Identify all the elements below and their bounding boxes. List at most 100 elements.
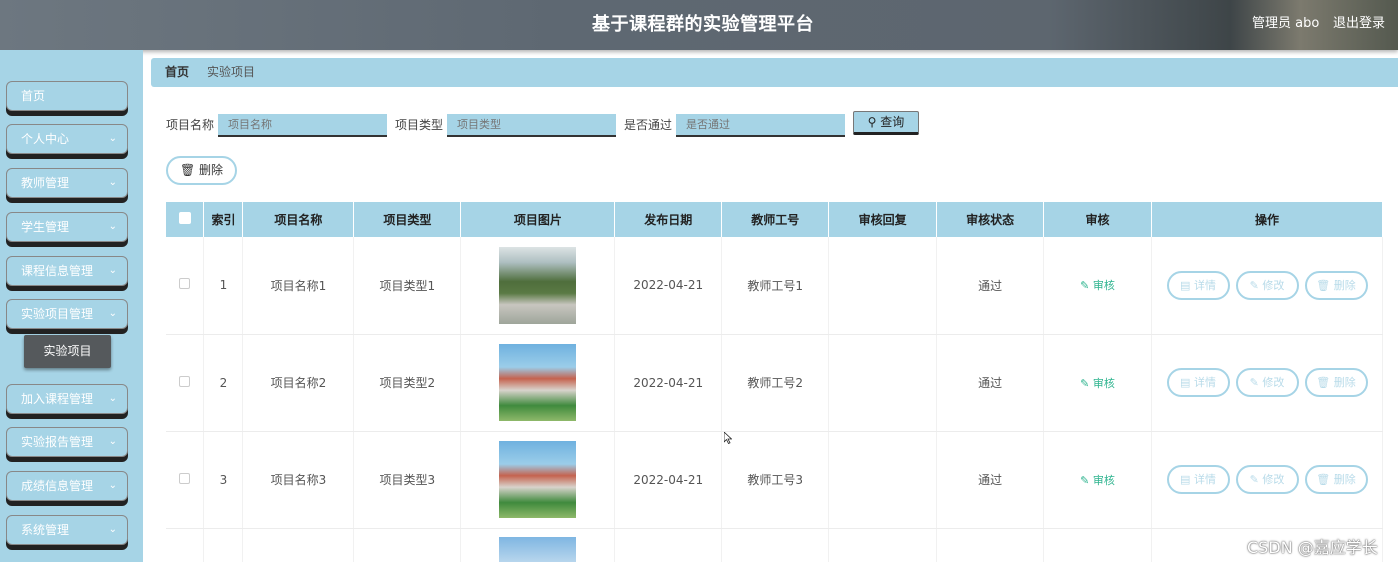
sidebar-item-experiment-report[interactable]: 实验报告管理 ⌄ — [6, 427, 128, 457]
delete-label: 删除 — [1333, 376, 1356, 389]
delete-button[interactable]: 🗑 删除 — [1304, 465, 1368, 494]
row-audit-reply — [828, 334, 938, 432]
sidebar-item-home[interactable]: 首页 — [6, 81, 128, 111]
row-teacher-id: 教师工号1 — [721, 237, 830, 335]
search-icon: ⚲ — [867, 115, 877, 129]
table-row: 1 项目名称1 项目类型1 2022-04-21 教师工号1 通过 ✎ 审核 ▤… — [166, 237, 1383, 335]
chevron-down-icon: ⌄ — [108, 221, 117, 232]
edit-pen-icon: ✎ — [1249, 473, 1259, 486]
breadcrumb-current: 实验项目 — [207, 65, 256, 79]
column-header: 操作 — [1151, 202, 1383, 237]
chevron-down-icon: ⌄ — [108, 177, 117, 188]
trash-icon: 🗑 — [1316, 376, 1331, 389]
project-image — [499, 536, 577, 562]
edit-label: 修改 — [1262, 376, 1285, 389]
current-user: 管理员 abo — [1252, 16, 1320, 31]
trash-icon: 🗑 — [1316, 473, 1331, 486]
sidebar-item-course-info[interactable]: 课程信息管理 ⌄ — [6, 256, 128, 286]
row-teacher-id: 教师工号2 — [721, 334, 830, 432]
row-checkbox[interactable] — [179, 375, 191, 387]
row-checkbox[interactable] — [179, 278, 191, 290]
row-teacher-id: 教师工号3 — [721, 431, 830, 529]
edit-label: 修改 — [1262, 473, 1285, 486]
audit-link-label: 审核 — [1092, 376, 1115, 390]
chevron-down-icon: ⌄ — [108, 480, 117, 491]
project-table: 索引 项目名称 项目类型 项目图片 发布日期 教师工号 审核回复 审核状态 审核… — [166, 202, 1383, 562]
sidebar-item-student-management[interactable]: 学生管理 ⌄ — [6, 212, 128, 242]
edit-pen-icon: ✎ — [1249, 376, 1259, 389]
project-image — [499, 344, 577, 421]
chevron-down-icon: ⌄ — [108, 393, 117, 404]
project-type-label: 项目类型 — [395, 118, 444, 132]
column-header: 发布日期 — [614, 202, 723, 237]
project-name-input[interactable] — [218, 114, 387, 137]
row-audit-reply — [828, 237, 938, 335]
detail-button[interactable]: ▤ 详情 — [1166, 465, 1230, 494]
sidebar-item-join-course[interactable]: 加入课程管理 ⌄ — [6, 384, 128, 414]
edit-button[interactable]: ✎ 修改 — [1235, 368, 1299, 397]
project-name-label: 项目名称 — [166, 118, 215, 132]
document-icon: ▤ — [1180, 473, 1191, 486]
row-project-type: 项目类型2 — [353, 334, 462, 432]
column-header: 项目名称 — [242, 202, 355, 237]
row-project-name: 项目名称2 — [242, 334, 355, 432]
project-type-input[interactable] — [447, 114, 616, 137]
batch-delete-button[interactable]: 🗑 删除 — [166, 156, 237, 185]
select-all-checkbox[interactable] — [178, 212, 191, 224]
edit-label: 修改 — [1262, 278, 1285, 292]
select-all-cell — [166, 202, 205, 237]
is-passed-input[interactable] — [676, 114, 845, 137]
trash-icon: 🗑 — [179, 163, 196, 177]
row-index: 1 — [203, 237, 244, 335]
delete-button[interactable]: 🗑 删除 — [1304, 270, 1368, 300]
table-row: 3 项目名称3 项目类型3 2022-04-21 教师工号3 通过 ✎ 审核 ▤… — [166, 431, 1383, 529]
delete-button[interactable]: 🗑 删除 — [1304, 368, 1368, 397]
row-project-name: 项目名称1 — [242, 237, 355, 335]
sidebar-item-label: 课程信息管理 — [21, 264, 94, 278]
breadcrumb-home[interactable]: 首页 — [165, 65, 189, 79]
sidebar-item-label: 个人中心 — [21, 132, 70, 146]
row-publish-date: 2022-04-21 — [614, 431, 723, 529]
submenu-item-experiment-project[interactable]: 实验项目 — [24, 335, 111, 368]
chevron-down-icon: ⌄ — [108, 436, 117, 447]
logout-link[interactable]: 退出登录 — [1333, 12, 1385, 31]
chevron-down-icon: ⌄ — [108, 133, 117, 144]
project-image — [499, 246, 577, 324]
sidebar-item-label: 教师管理 — [21, 176, 70, 190]
row-audit-status: 通过 — [936, 237, 1045, 335]
row-project-type: 项目类型1 — [353, 237, 462, 335]
chevron-down-icon: ⌄ — [108, 308, 117, 319]
column-header: 审核 — [1043, 202, 1152, 237]
audit-link[interactable]: ✎ 审核 — [1080, 377, 1115, 390]
sidebar-item-teacher-management[interactable]: 教师管理 ⌄ — [6, 168, 128, 198]
column-header: 项目类型 — [353, 202, 462, 237]
column-header: 审核状态 — [936, 202, 1045, 237]
sidebar-item-label: 实验报告管理 — [21, 435, 94, 449]
sidebar-item-system-management[interactable]: 系统管理 ⌄ — [6, 515, 128, 545]
batch-delete-label: 删除 — [199, 163, 224, 177]
sidebar-item-experiment-project[interactable]: 实验项目管理 ⌄ — [6, 299, 128, 329]
audit-link[interactable]: ✎ 审核 — [1080, 474, 1115, 487]
audit-link[interactable]: ✎ 审核 — [1080, 279, 1115, 292]
table-header-row: 索引 项目名称 项目类型 项目图片 发布日期 教师工号 审核回复 审核状态 审核… — [166, 202, 1383, 237]
sidebar-item-label: 首页 — [21, 89, 46, 103]
is-passed-label: 是否通过 — [624, 118, 673, 132]
chevron-down-icon: ⌄ — [108, 524, 117, 535]
edit-button[interactable]: ✎ 修改 — [1235, 270, 1299, 300]
detail-button[interactable]: ▤ 详情 — [1166, 368, 1230, 397]
mouse-cursor-icon — [724, 432, 732, 444]
sidebar-item-label: 加入课程管理 — [21, 392, 94, 406]
audit-link-label: 审核 — [1092, 473, 1115, 487]
row-checkbox[interactable] — [179, 472, 191, 484]
detail-label: 详情 — [1193, 278, 1216, 292]
row-project-type: 项目类型3 — [353, 431, 462, 529]
sidebar-item-personal-center[interactable]: 个人中心 ⌄ — [6, 124, 128, 154]
table-row: 2 项目名称2 项目类型2 2022-04-21 教师工号2 通过 ✎ 审核 ▤… — [166, 334, 1383, 432]
sidebar-item-grade-info[interactable]: 成绩信息管理 ⌄ — [6, 471, 128, 501]
edit-button[interactable]: ✎ 修改 — [1235, 465, 1299, 494]
detail-button[interactable]: ▤ 详情 — [1166, 270, 1230, 300]
chevron-down-icon: ⌄ — [108, 265, 117, 276]
query-button[interactable]: ⚲ 查询 — [853, 111, 919, 135]
detail-label: 详情 — [1193, 473, 1216, 486]
row-project-name: 项目名称3 — [242, 431, 355, 529]
